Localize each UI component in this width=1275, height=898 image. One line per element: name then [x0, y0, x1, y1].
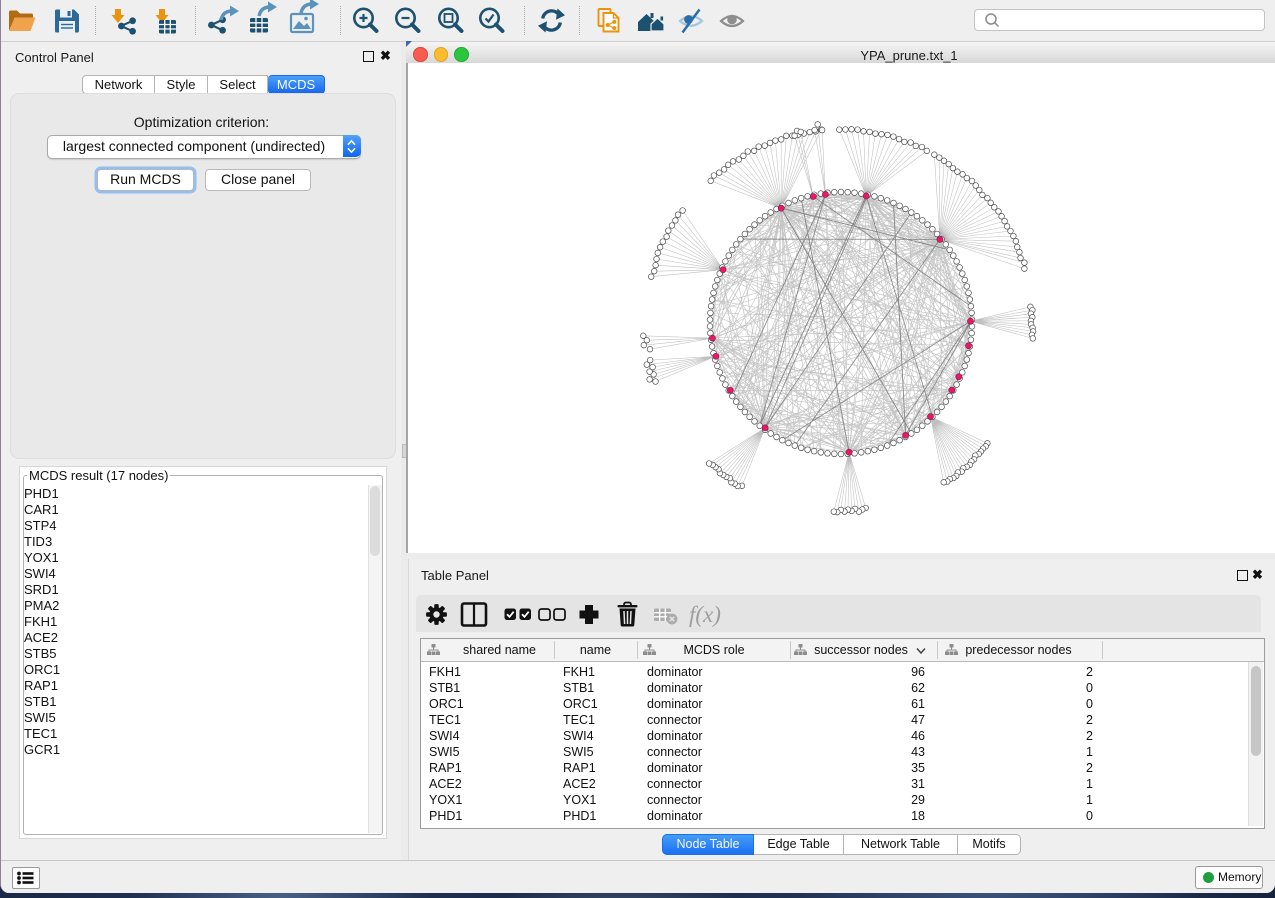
svg-text:f(x): f(x) [689, 602, 721, 627]
